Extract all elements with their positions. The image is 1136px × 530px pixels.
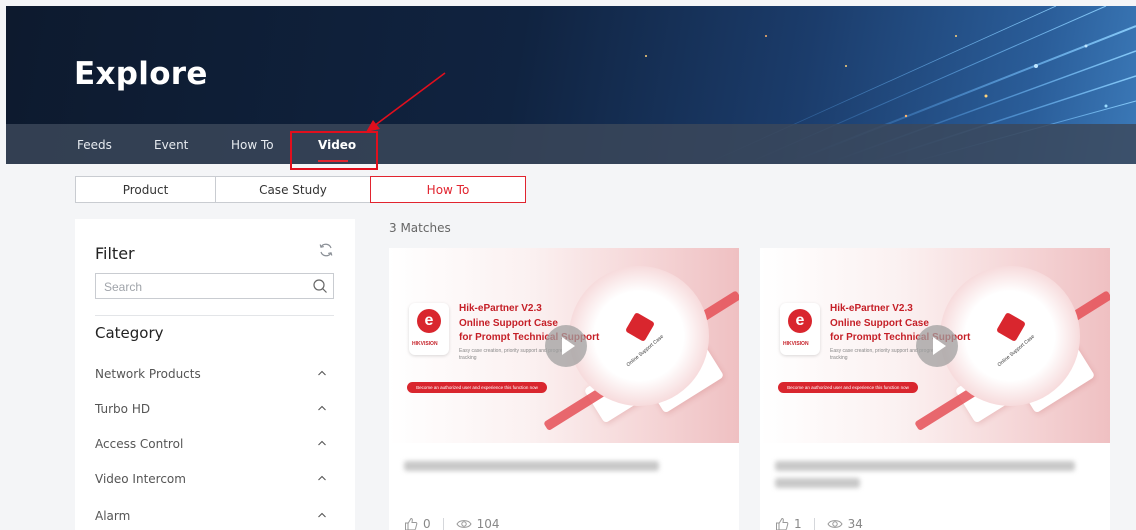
view-count: 104 xyxy=(476,517,500,530)
search-icon[interactable] xyxy=(312,278,328,294)
thumbnail-text: Hik-ePartner V2.3 xyxy=(830,303,913,314)
video-card[interactable]: Online Support Case e HIKVISION Hik-ePar… xyxy=(760,248,1110,530)
thumbs-up-icon[interactable] xyxy=(775,517,789,530)
category-label: Alarm xyxy=(95,509,131,523)
video-thumbnail[interactable]: Online Support Case e HIKVISION Hik-ePar… xyxy=(760,248,1110,443)
like-stat[interactable]: 0 xyxy=(404,517,431,530)
category-item-access-control[interactable]: Access Control xyxy=(95,435,334,455)
view-stat: 104 xyxy=(456,517,500,530)
view-stat: 34 xyxy=(827,517,863,530)
chevron-up-icon[interactable] xyxy=(317,474,327,482)
category-label: Network Products xyxy=(95,367,201,381)
thumbnail-text: Hik-ePartner V2.3 xyxy=(459,303,542,314)
category-label: Access Control xyxy=(95,437,184,451)
category-item-turbo-hd[interactable]: Turbo HD xyxy=(95,400,334,420)
category-item-network-products[interactable]: Network Products xyxy=(95,365,334,385)
thumbnail-banner: Become an authorized user and experience… xyxy=(778,382,918,393)
category-title: Category xyxy=(95,324,164,342)
video-thumbnail[interactable]: Online Support Case e HIKVISION Hik-ePar… xyxy=(389,248,739,443)
like-count: 0 xyxy=(423,517,431,530)
category-label: Video Intercom xyxy=(95,472,186,486)
filter-title: Filter xyxy=(95,244,135,263)
refresh-icon[interactable] xyxy=(318,242,334,258)
play-icon[interactable] xyxy=(916,325,958,367)
card-title-redacted[interactable] xyxy=(775,461,1075,471)
thumbs-up-icon[interactable] xyxy=(404,517,418,530)
card-title-redacted[interactable] xyxy=(775,478,860,488)
app-logo: e HIKVISION xyxy=(780,303,820,355)
stat-divider xyxy=(442,518,444,530)
card-stats: 1 34 xyxy=(775,516,863,530)
play-icon[interactable] xyxy=(545,325,587,367)
search-input[interactable] xyxy=(104,278,304,295)
category-label: Turbo HD xyxy=(95,402,151,416)
nav-tab-how-to[interactable]: How To xyxy=(231,138,274,152)
stat-divider xyxy=(813,518,815,530)
like-count: 1 xyxy=(794,517,802,530)
nav-tab-feeds[interactable]: Feeds xyxy=(77,138,112,152)
video-card[interactable]: Online Support Case e HIKVISION Hik-ePar… xyxy=(389,248,739,530)
chevron-up-icon[interactable] xyxy=(317,369,327,377)
chevron-up-icon[interactable] xyxy=(317,404,327,412)
brand-logo-text: HIKVISION xyxy=(783,341,809,347)
like-stat[interactable]: 1 xyxy=(775,517,802,530)
nav-tab-event[interactable]: Event xyxy=(154,138,188,152)
thumbnail-banner: Become an authorized user and experience… xyxy=(407,382,547,393)
filter-divider xyxy=(95,315,334,316)
subtab-case-study[interactable]: Case Study xyxy=(215,176,371,203)
brand-logo-text: HIKVISION xyxy=(412,341,438,347)
subtab-how-to[interactable]: How To xyxy=(370,176,526,203)
eye-icon xyxy=(827,520,843,528)
subtab-product[interactable]: Product xyxy=(75,176,216,203)
category-item-alarm[interactable]: Alarm xyxy=(95,507,334,527)
sub-tab-group: Product Case Study How To xyxy=(75,176,526,203)
card-stats: 0 104 xyxy=(404,516,500,530)
eye-icon xyxy=(456,520,472,528)
filter-panel: Filter Category Network Products Turbo H… xyxy=(75,219,355,530)
card-title-redacted[interactable] xyxy=(404,461,659,471)
thumbnail-text: Online Support Case xyxy=(830,318,929,329)
category-item-video-intercom[interactable]: Video Intercom xyxy=(95,470,334,490)
chevron-up-icon[interactable] xyxy=(317,511,327,519)
annotation-arrow-icon xyxy=(366,72,446,132)
chevron-up-icon[interactable] xyxy=(317,439,327,447)
results-count: 3 Matches xyxy=(389,221,451,235)
page-title: Explore xyxy=(74,56,208,92)
view-count: 34 xyxy=(847,517,863,530)
search-field xyxy=(95,273,334,299)
thumbnail-text: Online Support Case xyxy=(459,318,558,329)
app-logo: e HIKVISION xyxy=(409,303,449,355)
